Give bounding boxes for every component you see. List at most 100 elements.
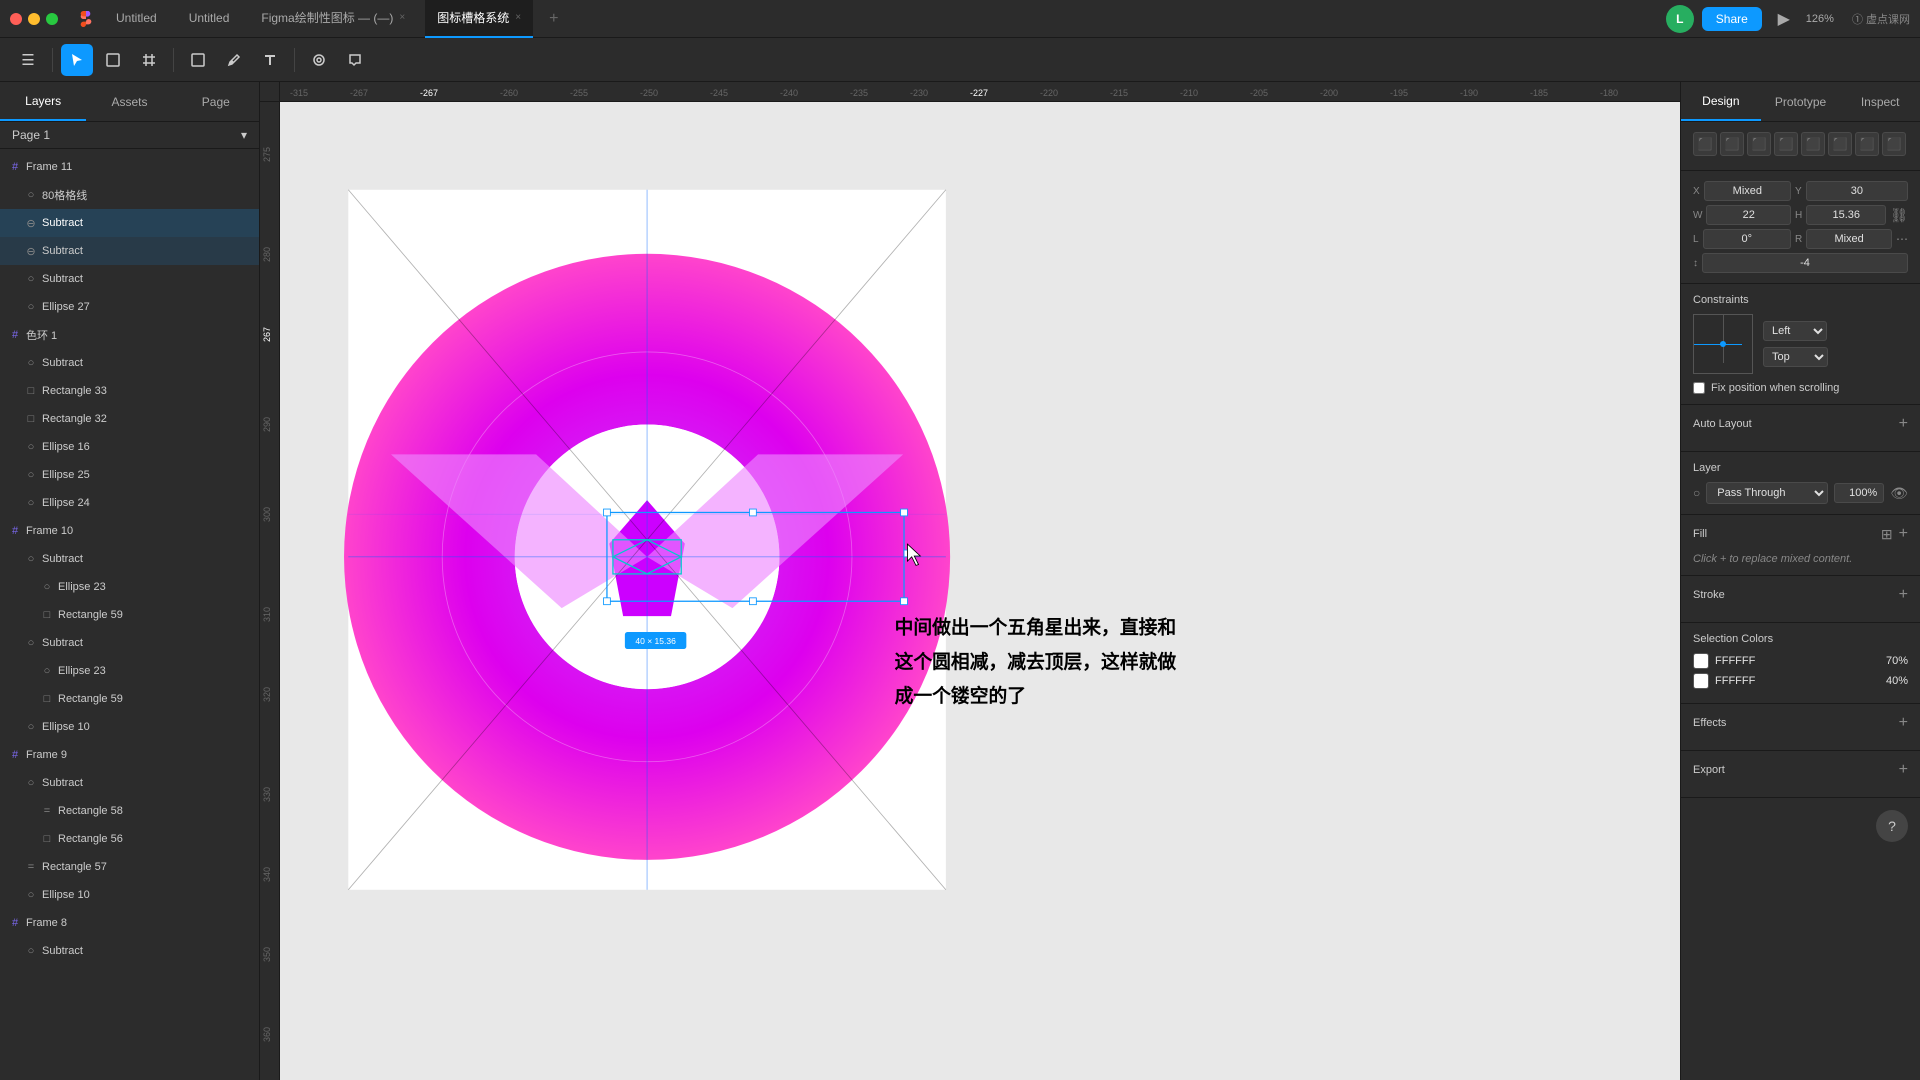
layer-item-ellipse23a[interactable]: ○ Ellipse 23 xyxy=(0,573,259,601)
tab-icon-system[interactable]: 图标槽格系统 × xyxy=(425,0,533,38)
effects-add-btn[interactable]: + xyxy=(1899,714,1908,732)
present-button[interactable]: ▶ xyxy=(1770,5,1798,33)
pen-tool[interactable] xyxy=(218,44,250,76)
visibility-icon[interactable]: 👁 xyxy=(1890,485,1908,502)
comment-tool[interactable] xyxy=(339,44,371,76)
align-center-v-btn[interactable]: ⬛ xyxy=(1801,132,1825,156)
tab-close-icon[interactable]: × xyxy=(399,12,405,23)
constraint-h-select[interactable]: LeftRightCenterScale xyxy=(1763,321,1827,341)
layers-tab[interactable]: Layers xyxy=(0,82,86,121)
constraint-v-select[interactable]: TopBottomCenterScale xyxy=(1763,347,1828,367)
layer-item-rect57[interactable]: = Rectangle 57 xyxy=(0,853,259,881)
layer-item-rect56[interactable]: □ Rectangle 56 xyxy=(0,825,259,853)
layer-item-ellipse10b[interactable]: ○ Ellipse 10 xyxy=(0,881,259,909)
menu-button[interactable]: ☰ xyxy=(12,44,44,76)
fix-scroll-checkbox[interactable] xyxy=(1693,382,1705,394)
layer-item-ellipse16[interactable]: ○ Ellipse 16 xyxy=(0,433,259,461)
layer-item-subtract8[interactable]: ○ Subtract xyxy=(0,937,259,965)
canvas[interactable]: -315 -267 -267 -260 -255 -250 -245 -240 … xyxy=(260,82,1680,1080)
canvas-content[interactable]: 40 × 15.36 中间做出一个五角星出来，直接和 这个圆相减，减去顶层，这样… xyxy=(280,102,1680,1080)
y-input[interactable] xyxy=(1806,181,1908,201)
text-tool[interactable] xyxy=(254,44,286,76)
move-tool[interactable] xyxy=(61,44,93,76)
align-top-btn[interactable]: ⬛ xyxy=(1774,132,1798,156)
page-tab[interactable]: Page xyxy=(173,82,259,121)
prototype-tab[interactable]: Prototype xyxy=(1761,82,1841,121)
opacity-input[interactable] xyxy=(1834,483,1884,503)
hand-tool[interactable] xyxy=(303,44,335,76)
layer-item-subtract6[interactable]: ○ Subtract xyxy=(0,629,259,657)
fill-adjust-icon[interactable]: ⊞ xyxy=(1881,526,1893,543)
help-button[interactable]: ? xyxy=(1876,810,1908,842)
layer-item-subtract5[interactable]: ○ Subtract xyxy=(0,545,259,573)
color-swatch-1[interactable] xyxy=(1693,653,1709,669)
page-chevron-icon: ▾ xyxy=(241,128,247,142)
design-tab[interactable]: Design xyxy=(1681,82,1761,121)
layer-item-subtract4[interactable]: ○ Subtract xyxy=(0,349,259,377)
layer-item-rect59b[interactable]: □ Rectangle 59 xyxy=(0,685,259,713)
lock-ratio-icon[interactable]: ⛓ xyxy=(1890,207,1908,224)
distribute-h-btn[interactable]: ⬛ xyxy=(1855,132,1879,156)
export-add-btn[interactable]: + xyxy=(1899,761,1908,779)
layer-item-frame8[interactable]: # Frame 8 xyxy=(0,909,259,937)
layer-item-rect32[interactable]: □ Rectangle 32 xyxy=(0,405,259,433)
constraint-input[interactable] xyxy=(1702,253,1908,273)
layer-item-frame11[interactable]: # Frame 11 xyxy=(0,153,259,181)
layer-item-frame10[interactable]: # Frame 10 xyxy=(0,517,259,545)
scale-tool[interactable] xyxy=(97,44,129,76)
distribute-v-btn[interactable]: ⬛ xyxy=(1882,132,1906,156)
assets-tab[interactable]: Assets xyxy=(86,82,172,121)
svg-text:290: 290 xyxy=(262,417,272,432)
layer-item-80lines[interactable]: ○ 80格格线 xyxy=(0,181,259,209)
rotation-input[interactable] xyxy=(1703,229,1791,249)
svg-text:-255: -255 xyxy=(570,88,588,98)
selection-colors-title: Selection Colors xyxy=(1693,633,1908,645)
layer-item-subtract1[interactable]: ⊖ Subtract xyxy=(0,209,259,237)
auto-layout-add-btn[interactable]: + xyxy=(1899,415,1908,433)
align-left-btn[interactable]: ⬛ xyxy=(1693,132,1717,156)
share-button[interactable]: Share xyxy=(1702,7,1762,31)
layer-item-ellipse23b[interactable]: ○ Ellipse 23 xyxy=(0,657,259,685)
layer-item-rect59a[interactable]: □ Rectangle 59 xyxy=(0,601,259,629)
layer-item-ellipse10a[interactable]: ○ Ellipse 10 xyxy=(0,713,259,741)
close-button[interactable] xyxy=(10,13,22,25)
layer-item-frame9[interactable]: # Frame 9 xyxy=(0,741,259,769)
tab-active-close-icon[interactable]: × xyxy=(515,12,521,23)
layer-item-subtract7[interactable]: ○ Subtract xyxy=(0,769,259,797)
layer-item-ellipse25[interactable]: ○ Ellipse 25 xyxy=(0,461,259,489)
inspect-tab[interactable]: Inspect xyxy=(1840,82,1920,121)
blend-mode-select[interactable]: Pass Through Normal Multiply Screen Over… xyxy=(1706,482,1828,504)
layer-item-rect58[interactable]: = Rectangle 58 xyxy=(0,797,259,825)
layer-item-ellipse24[interactable]: ○ Ellipse 24 xyxy=(0,489,259,517)
layer-item-subtract2[interactable]: ⊖ Subtract xyxy=(0,237,259,265)
layer-item-subtract3[interactable]: ○ Subtract xyxy=(0,265,259,293)
h-input[interactable] xyxy=(1806,205,1886,225)
layer-item-rect33[interactable]: □ Rectangle 33 xyxy=(0,377,259,405)
align-center-h-btn[interactable]: ⬛ xyxy=(1720,132,1744,156)
layer-item-coloring1[interactable]: # 色环 1 xyxy=(0,321,259,349)
tab-untitled-2[interactable]: Untitled xyxy=(177,0,242,38)
minimize-button[interactable] xyxy=(28,13,40,25)
align-bottom-btn[interactable]: ⬛ xyxy=(1828,132,1852,156)
frame-tool[interactable] xyxy=(133,44,165,76)
rect-icon: □ xyxy=(40,608,54,622)
fill-add-btn[interactable]: + xyxy=(1899,525,1908,543)
stroke-add-btn[interactable]: + xyxy=(1899,586,1908,604)
constraints-label: Constraints xyxy=(1693,294,1749,306)
subtract-icon: ⊖ xyxy=(24,216,38,230)
layer-item-ellipse27[interactable]: ○ Ellipse 27 xyxy=(0,293,259,321)
corner-options-icon[interactable]: ⋯ xyxy=(1896,232,1908,246)
x-input[interactable] xyxy=(1704,181,1791,201)
panel-tabs: Layers Assets Page xyxy=(0,82,259,122)
rect-icon: □ xyxy=(24,412,38,426)
corner-input[interactable] xyxy=(1806,229,1892,249)
maximize-button[interactable] xyxy=(46,13,58,25)
tab-untitled-1[interactable]: Untitled xyxy=(104,0,169,38)
w-input[interactable] xyxy=(1706,205,1791,225)
align-right-btn[interactable]: ⬛ xyxy=(1747,132,1771,156)
page-selector[interactable]: Page 1 ▾ xyxy=(0,122,259,149)
tab-figma-icons[interactable]: Figma绘制性图标 — (—) × xyxy=(249,0,417,38)
color-swatch-2[interactable] xyxy=(1693,673,1709,689)
add-tab-button[interactable]: + xyxy=(541,10,566,28)
shape-tool[interactable] xyxy=(182,44,214,76)
